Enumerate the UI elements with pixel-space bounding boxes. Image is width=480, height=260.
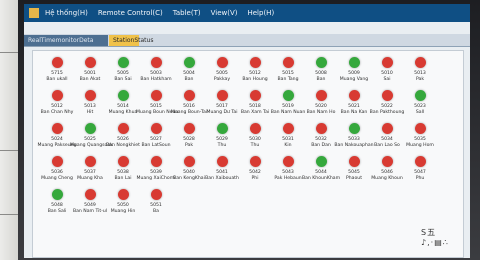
station-status-dot[interactable] <box>282 156 294 167</box>
divider <box>0 150 18 151</box>
station-status-dot[interactable] <box>381 57 393 68</box>
station-status-dot[interactable] <box>414 123 426 134</box>
station-name: Pak <box>415 77 425 82</box>
station-status-dot[interactable] <box>315 57 327 68</box>
station-status-dot[interactable] <box>183 57 195 68</box>
station-status-dot[interactable] <box>51 123 63 134</box>
station-status-dot[interactable] <box>150 57 162 68</box>
station-status-dot[interactable] <box>117 57 129 68</box>
station-node[interactable]: 5035 Muang Hom <box>400 123 440 149</box>
station-status-dot[interactable] <box>249 123 261 134</box>
station-status-dot[interactable] <box>282 90 294 101</box>
station-name: Phu <box>415 176 425 181</box>
menu-help[interactable]: Help(H) <box>247 9 274 17</box>
station-status-dot[interactable] <box>51 189 63 200</box>
menu-bar: Hệ thống(H) Remote Control(C) Table(T) V… <box>24 4 470 22</box>
station-status-dot[interactable] <box>414 57 426 68</box>
station-status-dot[interactable] <box>216 123 228 134</box>
station-status-dot[interactable] <box>348 57 360 68</box>
station-name: Muang Hom <box>406 143 434 148</box>
station-status-dot[interactable] <box>117 123 129 134</box>
station-status-dot[interactable] <box>315 156 327 167</box>
station-status-dot[interactable] <box>84 57 96 68</box>
station-status-dot[interactable] <box>249 90 261 101</box>
station-status-dot[interactable] <box>249 57 261 68</box>
station-node[interactable]: 5047 Phu <box>400 156 440 182</box>
station-status-dot[interactable] <box>84 189 96 200</box>
tab-station-status[interactable]: StationStatus <box>109 35 153 46</box>
station-status-panel: S五♪,·▤∴ 5715 Ban ukall 5001 Ban Akat 5005 Ban… <box>32 50 464 258</box>
station-status-dot[interactable] <box>84 90 96 101</box>
station-status-dot[interactable] <box>381 123 393 134</box>
station-node[interactable]: 5023 Sall <box>400 90 440 116</box>
station-name: Ba <box>153 209 159 214</box>
station-status-dot[interactable] <box>117 90 129 101</box>
station-status-dot[interactable] <box>183 156 195 167</box>
tab-realtime-monitor[interactable]: RealTimemonitorDeta <box>24 35 108 46</box>
station-status-dot[interactable] <box>381 90 393 101</box>
station-status-dot[interactable] <box>315 123 327 134</box>
station-status-dot[interactable] <box>150 90 162 101</box>
station-status-dot[interactable] <box>183 123 195 134</box>
station-status-dot[interactable] <box>150 189 162 200</box>
station-status-dot[interactable] <box>51 57 63 68</box>
station-node[interactable]: 5051 Ba <box>136 189 176 215</box>
station-node[interactable]: 5013 Pak <box>400 57 440 83</box>
station-status-dot[interactable] <box>117 156 129 167</box>
station-status-dot[interactable] <box>216 57 228 68</box>
station-status-dot[interactable] <box>249 156 261 167</box>
station-name: Sall <box>415 110 425 115</box>
tab-bar: RealTimemonitorDeta StationStatus <box>24 34 470 47</box>
station-status-dot[interactable] <box>348 90 360 101</box>
station-status-dot[interactable] <box>183 90 195 101</box>
divider <box>0 214 18 215</box>
station-status-dot[interactable] <box>117 189 129 200</box>
station-status-dot[interactable] <box>150 123 162 134</box>
station-status-dot[interactable] <box>51 90 63 101</box>
app-window: Hệ thống(H) Remote Control(C) Table(T) V… <box>24 4 470 258</box>
station-status-dot[interactable] <box>51 156 63 167</box>
station-status-dot[interactable] <box>84 123 96 134</box>
app-icon <box>29 8 39 18</box>
menu-table[interactable]: Table(T) <box>173 9 201 17</box>
station-status-dot[interactable] <box>381 156 393 167</box>
station-status-dot[interactable] <box>315 90 327 101</box>
menu-view[interactable]: View(V) <box>211 9 238 17</box>
status-icons: S五♪,·▤∴ <box>421 228 449 247</box>
station-status-dot[interactable] <box>282 123 294 134</box>
menu-system[interactable]: Hệ thống(H) <box>45 9 88 17</box>
station-status-dot[interactable] <box>348 156 360 167</box>
station-status-dot[interactable] <box>282 57 294 68</box>
menu-remote-control[interactable]: Remote Control(C) <box>98 9 163 17</box>
station-status-dot[interactable] <box>216 156 228 167</box>
station-status-dot[interactable] <box>216 90 228 101</box>
divider <box>0 52 18 53</box>
station-status-dot[interactable] <box>150 156 162 167</box>
station-status-dot[interactable] <box>84 156 96 167</box>
station-status-dot[interactable] <box>348 123 360 134</box>
station-status-dot[interactable] <box>414 156 426 167</box>
station-status-dot[interactable] <box>414 90 426 101</box>
desk-background <box>0 0 18 260</box>
